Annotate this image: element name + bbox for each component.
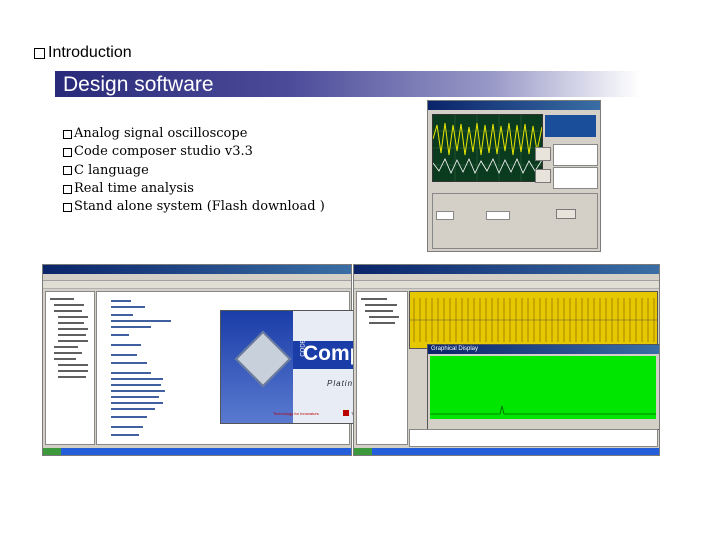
- ccs-right-menubar: [354, 274, 659, 281]
- ccs-left-menubar: [43, 274, 351, 281]
- checkbox-bullet-icon: [34, 47, 45, 59]
- checkbox-bullet-icon: [63, 202, 72, 212]
- feature-list: Analog signal oscilloscope Code composer…: [63, 125, 325, 216]
- list-item-text: Stand alone system (Flash download ): [74, 199, 325, 215]
- banner-title: Design software: [63, 73, 214, 96]
- ccs-left-taskbar: [43, 448, 351, 455]
- splash-tagline: Technology for Innovators: [273, 411, 319, 416]
- list-item-text: Analog signal oscilloscope: [74, 126, 248, 141]
- start-button[interactable]: [43, 448, 61, 455]
- oscilloscope-button[interactable]: [535, 147, 551, 161]
- checkbox-bullet-icon: [63, 147, 72, 157]
- graphical-display-plot: [430, 356, 656, 419]
- ti-logo-icon: [343, 410, 349, 416]
- ccs-left-titlebar: [43, 265, 351, 274]
- signal-graph-window: [409, 291, 658, 349]
- oscilloscope-readout-1: [553, 144, 598, 166]
- oscilloscope-button[interactable]: [535, 169, 551, 183]
- ccs-right-project-tree: [356, 291, 408, 445]
- oscilloscope-readout-2: [553, 167, 598, 189]
- list-item: C language: [63, 162, 325, 180]
- oscilloscope-dropdown[interactable]: [436, 211, 454, 220]
- checkbox-bullet-icon: [63, 184, 72, 194]
- oscilloscope-screenshot: [427, 100, 601, 252]
- title-banner: Design software: [55, 71, 640, 97]
- oscilloscope-control-button[interactable]: [556, 209, 576, 219]
- start-button[interactable]: [354, 448, 372, 455]
- ccs-right-taskbar: [354, 448, 659, 455]
- ccs-left-project-tree: [45, 291, 95, 445]
- list-item-text: Code composer studio v3.3: [74, 144, 253, 160]
- graphical-display-titlebar: Graphical Display: [428, 345, 659, 354]
- ccs-right-screenshot: Graphical Display: [353, 264, 660, 456]
- list-item: Analog signal oscilloscope: [63, 125, 325, 143]
- list-item: Code composer studio v3.3: [63, 143, 325, 161]
- ccs-right-toolbar: [354, 281, 659, 289]
- list-item: Stand alone system (Flash download ): [63, 198, 325, 216]
- ccs-right-output-panel: [409, 429, 658, 447]
- checkbox-bullet-icon: [63, 129, 72, 139]
- ccs-left-toolbar: [43, 281, 351, 289]
- signal-graph-trace: [410, 298, 657, 342]
- oscilloscope-trace: [432, 115, 543, 181]
- section-heading: Introduction: [34, 44, 132, 62]
- section-heading-text: Introduction: [48, 44, 132, 61]
- list-item: Real time analysis: [63, 180, 325, 198]
- oscilloscope-controls: [432, 193, 598, 249]
- graphical-display-window: Graphical Display: [427, 344, 659, 430]
- graphical-display-trace: [430, 405, 656, 415]
- oscilloscope-logo: [545, 115, 596, 137]
- list-item-text: C language: [74, 162, 149, 178]
- oscilloscope-titlebar: [428, 101, 600, 110]
- list-item-text: Real time analysis: [74, 180, 194, 196]
- ccs-right-titlebar: [354, 265, 659, 274]
- oscilloscope-display: [432, 114, 543, 182]
- oscilloscope-dropdown[interactable]: [486, 211, 510, 220]
- checkbox-bullet-icon: [63, 166, 72, 176]
